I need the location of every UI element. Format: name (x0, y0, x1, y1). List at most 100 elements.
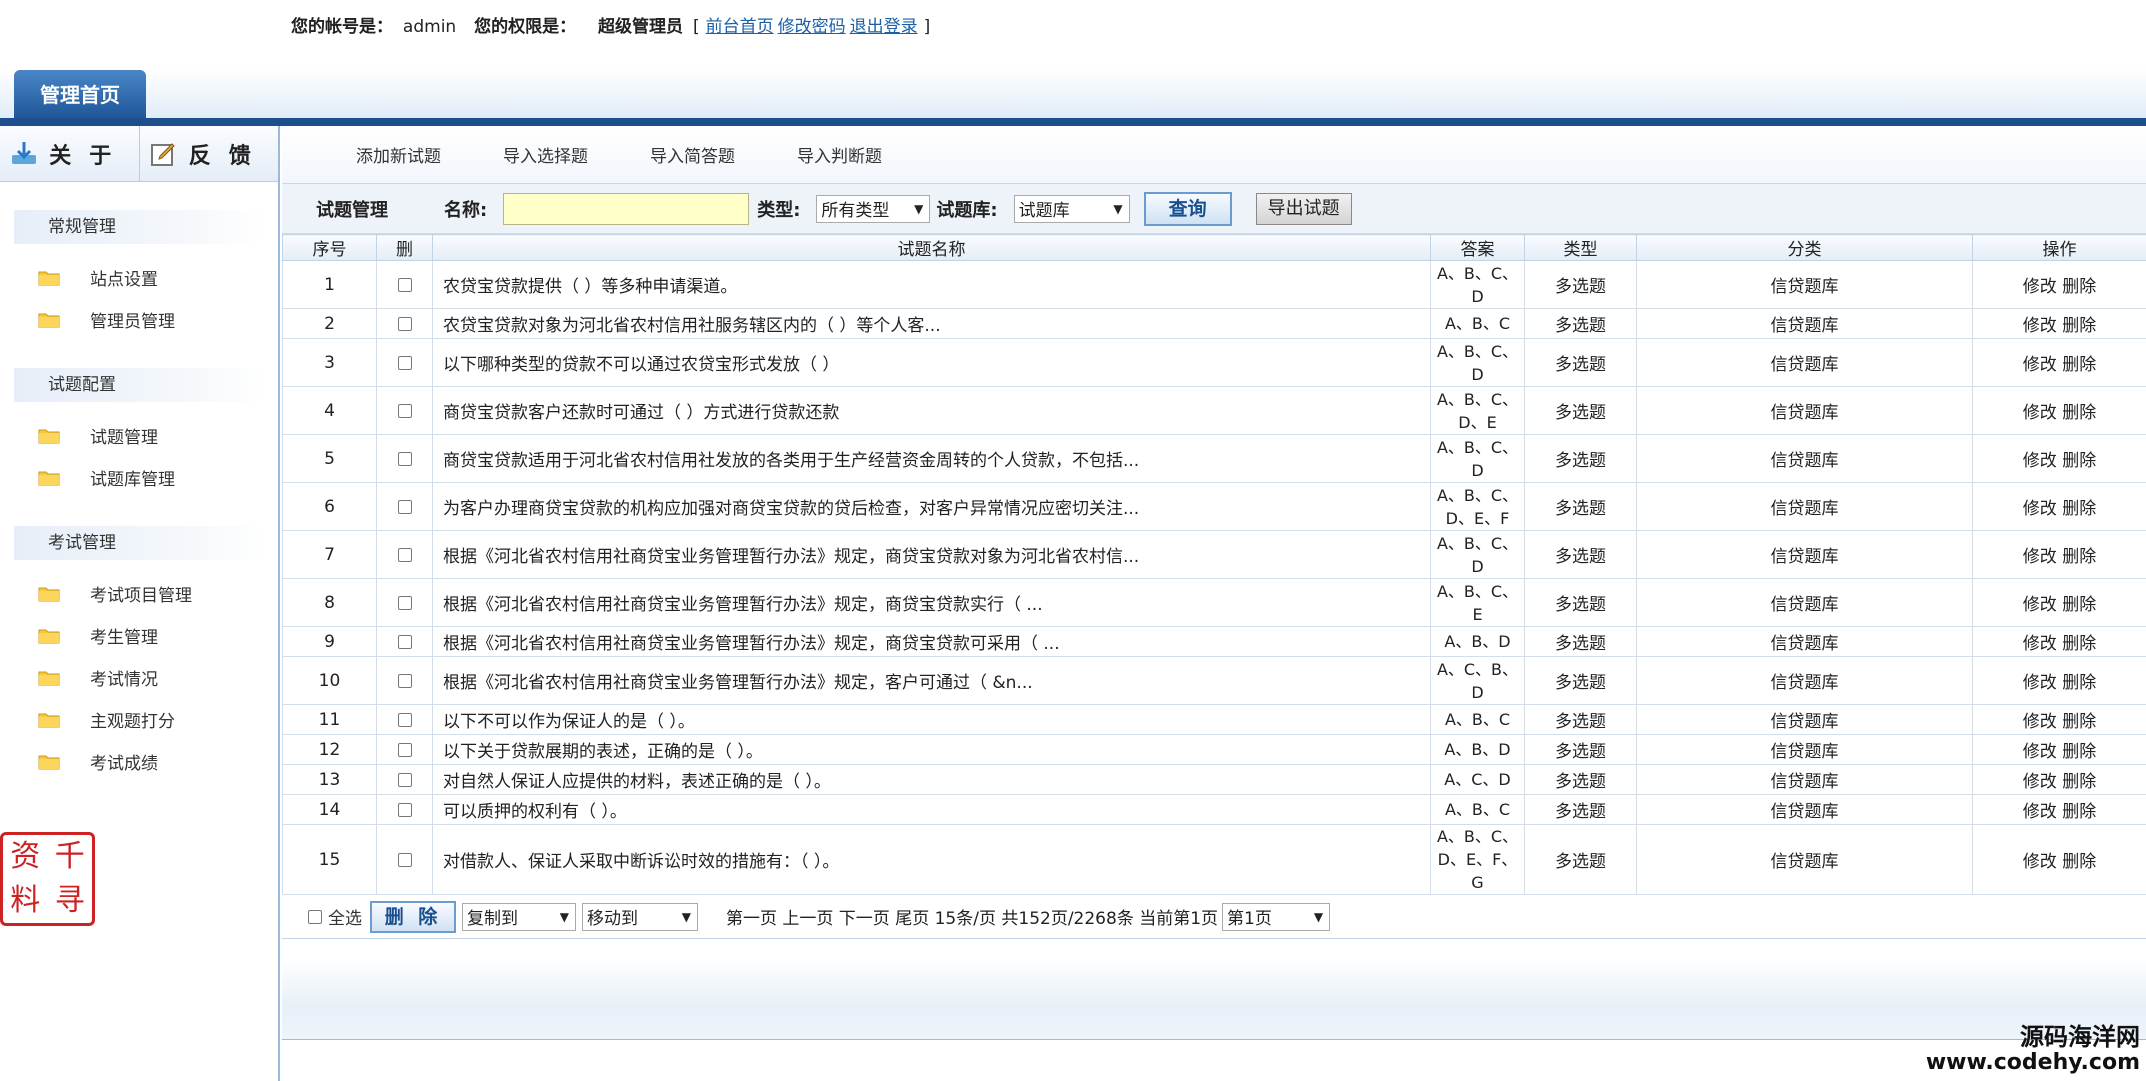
row-checkbox[interactable] (397, 772, 412, 787)
folder-icon (38, 669, 60, 686)
sidebar-item[interactable]: 考试成绩 (0, 740, 278, 782)
watermark-url: www.codehy.com (1925, 1050, 2140, 1075)
sidebar-item[interactable]: 站点设置 (0, 256, 278, 298)
edit-link[interactable]: 修改 (2023, 595, 2057, 615)
delete-link[interactable]: 删除 (2062, 673, 2096, 693)
delete-link[interactable]: 删除 (2062, 499, 2096, 519)
export-button[interactable]: 导出试题 (1255, 192, 1352, 225)
row-checkbox[interactable] (397, 712, 412, 727)
edit-link[interactable]: 修改 (2023, 772, 2057, 792)
row-checkbox[interactable] (397, 852, 412, 867)
copy-to-select[interactable]: 复制到 ▼ (462, 902, 576, 931)
add-question-link[interactable]: 添加新试题 (356, 142, 441, 167)
bank-select[interactable]: 试题库 ▼ (1013, 194, 1130, 223)
row-checkbox[interactable] (397, 742, 412, 757)
delete-link[interactable]: 删除 (2062, 403, 2096, 423)
folder-icon (38, 627, 60, 644)
row-checkbox[interactable] (397, 499, 412, 514)
import-choice-link[interactable]: 导入选择题 (503, 142, 588, 167)
row-checkbox[interactable] (397, 355, 412, 370)
delete-link[interactable]: 删除 (2062, 277, 2096, 297)
sidebar-item[interactable]: 考试项目管理 (0, 572, 278, 614)
edit-link[interactable]: 修改 (2023, 277, 2057, 297)
cell-category: 信贷题库 (1636, 434, 1973, 483)
sidebar-item[interactable]: 管理员管理 (0, 298, 278, 340)
name-search-input[interactable] (503, 192, 750, 225)
edit-link[interactable]: 修改 (2023, 451, 2057, 471)
header: 您的帐号是： admin 您的权限是： 超级管理员 [前台首页 修改密码 退出登录]… (0, 0, 2146, 126)
delete-link[interactable]: 删除 (2062, 316, 2096, 336)
sidebar-section-title[interactable]: 考试管理 (14, 526, 264, 560)
import-short-answer-link[interactable]: 导入简答题 (650, 142, 735, 167)
change-password-link[interactable]: 修改密码 (778, 17, 846, 37)
row-checkbox[interactable] (397, 316, 412, 331)
cell-category: 信贷题库 (1636, 482, 1973, 531)
frontpage-link[interactable]: 前台首页 (706, 17, 774, 37)
cell-title: 根据《河北省农村信用社商贷宝业务管理暂行办法》规定，商贷宝贷款实行（ ... (432, 578, 1431, 627)
row-checkbox[interactable] (397, 802, 412, 817)
sidebar-item[interactable]: 考试情况 (0, 656, 278, 698)
delete-link[interactable]: 删除 (2062, 547, 2096, 567)
cell-actions: 修改 删除 (1972, 260, 2146, 309)
cell-category: 信贷题库 (1636, 704, 1973, 735)
stamp-char: 寻 (54, 883, 85, 918)
edit-link[interactable]: 修改 (2023, 403, 2057, 423)
delete-link[interactable]: 删除 (2062, 355, 2096, 375)
edit-link[interactable]: 修改 (2023, 802, 2057, 822)
row-checkbox[interactable] (397, 634, 412, 649)
edit-link[interactable]: 修改 (2023, 634, 2057, 654)
sidebar-section-title[interactable]: 试题配置 (14, 368, 264, 402)
delete-link[interactable]: 删除 (2062, 451, 2096, 471)
cell-no: 5 (282, 434, 377, 483)
cell-no: 9 (282, 626, 377, 657)
sidebar-section-title[interactable]: 常规管理 (14, 210, 264, 244)
table-row: 9 根据《河北省农村信用社商贷宝业务管理暂行办法》规定，商贷宝贷款可采用（ ...… (282, 626, 2146, 657)
sidebar-item[interactable]: 试题管理 (0, 414, 278, 456)
edit-link[interactable]: 修改 (2023, 712, 2057, 732)
edit-link[interactable]: 修改 (2023, 547, 2057, 567)
about-button[interactable]: 关于 (0, 126, 140, 181)
delete-link[interactable]: 删除 (2062, 772, 2096, 792)
row-checkbox[interactable] (397, 403, 412, 418)
edit-link[interactable]: 修改 (2023, 673, 2057, 693)
type-select[interactable]: 所有类型 ▼ (816, 194, 931, 223)
edit-link[interactable]: 修改 (2023, 499, 2057, 519)
delete-link[interactable]: 删除 (2062, 852, 2096, 872)
tab-admin-home[interactable]: 管理首页 (14, 70, 146, 120)
move-to-value: 移动到 (587, 909, 638, 929)
cell-category: 信贷题库 (1636, 530, 1973, 579)
row-checkbox[interactable] (397, 595, 412, 610)
page-select[interactable]: 第1页 ▼ (1222, 902, 1331, 931)
cell-actions: 修改 删除 (1972, 794, 2146, 825)
delete-link[interactable]: 删除 (2062, 634, 2096, 654)
sidebar-item[interactable]: 试题库管理 (0, 456, 278, 498)
delete-link[interactable]: 删除 (2062, 742, 2096, 762)
bulk-delete-button[interactable]: 删 除 (370, 900, 456, 933)
row-checkbox[interactable] (397, 673, 412, 688)
sidebar-item-label: 站点设置 (90, 269, 158, 290)
col-header-title: 试题名称 (432, 234, 1431, 261)
edit-link[interactable]: 修改 (2023, 355, 2057, 375)
folder-icon (38, 711, 60, 728)
delete-link[interactable]: 删除 (2062, 802, 2096, 822)
logout-link[interactable]: 退出登录 (850, 17, 918, 37)
import-true-false-link[interactable]: 导入判断题 (797, 142, 882, 167)
edit-link[interactable]: 修改 (2023, 852, 2057, 872)
edit-link[interactable]: 修改 (2023, 742, 2057, 762)
row-checkbox[interactable] (397, 277, 412, 292)
sidebar-item[interactable]: 主观题打分 (0, 698, 278, 740)
delete-link[interactable]: 删除 (2062, 712, 2096, 732)
query-button[interactable]: 查询 (1143, 191, 1232, 226)
row-checkbox[interactable] (397, 451, 412, 466)
cell-select (376, 530, 433, 579)
select-all-checkbox[interactable] (308, 909, 322, 924)
sidebar: 关于 反馈 常规管理站点设置管理员管理试题配置试题管理 试题库管理考试管理考试项目… (0, 126, 280, 1081)
feedback-button[interactable]: 反馈 (140, 126, 279, 181)
cell-category: 信贷题库 (1636, 794, 1973, 825)
sidebar-item[interactable]: 考生管理 (0, 614, 278, 656)
delete-link[interactable]: 删除 (2062, 595, 2096, 615)
move-to-select[interactable]: 移动到 ▼ (582, 902, 698, 931)
cell-title: 商贷宝贷款客户还款时可通过（ ）方式进行贷款还款 (432, 386, 1431, 435)
edit-link[interactable]: 修改 (2023, 316, 2057, 336)
row-checkbox[interactable] (397, 547, 412, 562)
